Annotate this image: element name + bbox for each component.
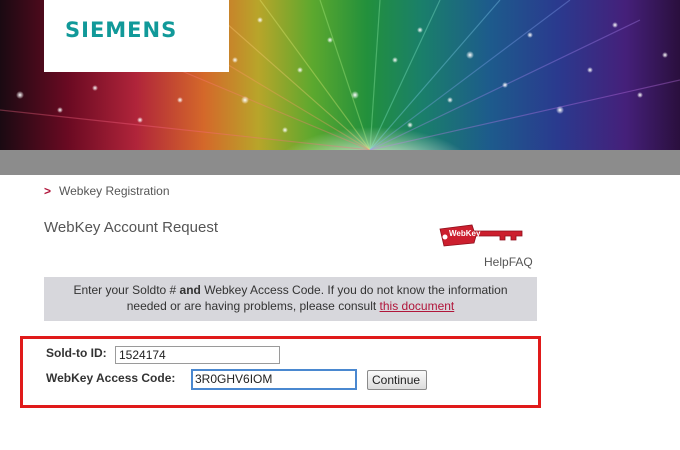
info-text-1: Enter your Soldto #	[73, 283, 180, 297]
faq-link[interactable]: FAQ	[509, 255, 533, 269]
info-line-1: Enter your Soldto # and Webkey Access Co…	[44, 282, 537, 298]
access-code-label: WebKey Access Code:	[46, 371, 176, 385]
soldto-label: Sold-to ID:	[46, 346, 107, 360]
help-links: HelpFAQ	[484, 255, 533, 269]
page-title: WebKey Account Request	[44, 219, 218, 236]
help-link[interactable]: Help	[484, 255, 509, 269]
breadcrumb: > Webkey Registration	[44, 184, 170, 198]
info-text-2: Webkey Access Code. If you do not know t…	[200, 283, 508, 297]
webkey-tag-label: WebKey	[449, 229, 481, 238]
info-text-bold: and	[179, 283, 201, 297]
chevron-right-icon: >	[44, 184, 52, 198]
breadcrumb-item-webkey-registration[interactable]: Webkey Registration	[59, 184, 170, 198]
this-document-link[interactable]: this document	[380, 299, 455, 313]
info-text-3: needed or are having problems, please co…	[126, 299, 380, 313]
continue-button[interactable]: Continue	[367, 370, 427, 390]
access-code-input[interactable]: 3R0GHV6IOM	[191, 369, 357, 390]
soldto-input[interactable]: 1524174	[115, 346, 280, 364]
webkey-key-icon: WebKey	[439, 224, 523, 247]
nav-bar	[0, 150, 680, 175]
siemens-logo[interactable]: SIEMENS	[65, 18, 177, 42]
info-message: Enter your Soldto # and Webkey Access Co…	[44, 277, 537, 321]
header-banner: SIEMENS	[0, 0, 680, 150]
info-line-2: needed or are having problems, please co…	[44, 298, 537, 314]
logo-panel: SIEMENS	[44, 0, 229, 72]
